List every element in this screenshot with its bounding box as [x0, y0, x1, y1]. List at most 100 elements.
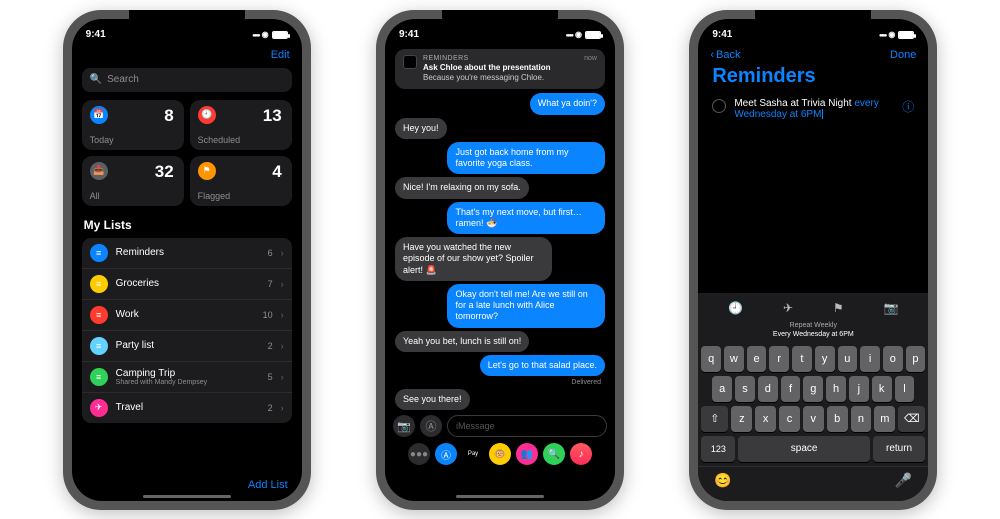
info-button[interactable]: ⓘ: [902, 98, 914, 115]
list-item[interactable]: ≡ Groceries 7 ›: [82, 268, 292, 299]
card-all-label: All: [90, 191, 100, 201]
my-lists-title: My Lists: [72, 206, 302, 238]
camera-action-icon[interactable]: 📷: [883, 301, 898, 315]
back-label: Back: [716, 49, 740, 61]
reminder-item[interactable]: Meet Sasha at Trivia Night every Wednesd…: [698, 94, 928, 124]
list-item[interactable]: ≡ Work 10 ›: [82, 299, 292, 330]
app-strip-more[interactable]: ●●●: [408, 443, 430, 465]
card-scheduled-label: Scheduled: [198, 135, 241, 145]
done-button[interactable]: Done: [890, 49, 916, 61]
outgoing-bubble[interactable]: Okay don't tell me! Are we still on for …: [447, 284, 605, 328]
list-item[interactable]: ≡ Party list 2 ›: [82, 330, 292, 361]
list-icon: ≡: [90, 306, 108, 324]
dictation-button[interactable]: 🎤: [895, 472, 912, 489]
location-action-icon[interactable]: ✈: [783, 301, 793, 315]
home-indicator[interactable]: [143, 495, 231, 498]
siri-suggestion-banner[interactable]: REMINDERS now Ask Chloe about the presen…: [395, 49, 605, 90]
key-j[interactable]: j: [849, 376, 869, 402]
list-item[interactable]: ✈ Travel 2 ›: [82, 392, 292, 423]
key-b[interactable]: b: [827, 406, 848, 432]
outgoing-bubble[interactable]: That's my next move, but first…ramen! 🍜: [447, 202, 605, 235]
key-s[interactable]: s: [735, 376, 755, 402]
outgoing-bubble[interactable]: Just got back home from my favorite yoga…: [447, 142, 605, 175]
card-all[interactable]: 📥 32 All: [82, 156, 184, 206]
key-u[interactable]: u: [838, 346, 858, 372]
key-v[interactable]: v: [803, 406, 824, 432]
key-g[interactable]: g: [803, 376, 823, 402]
card-scheduled[interactable]: 🕘 13 Scheduled: [190, 100, 292, 150]
wifi-icon: [262, 29, 269, 40]
flag-action-icon[interactable]: ⚑: [833, 301, 844, 315]
emoji-button[interactable]: 😊: [714, 472, 731, 489]
keyboard-suggestion[interactable]: Repeat Weekly Every Wednesday at 6PM: [698, 319, 928, 345]
app-strip-images[interactable]: 🔍: [543, 443, 565, 465]
status-icons: [566, 29, 601, 40]
message-input[interactable]: iMessage: [447, 415, 607, 437]
app-strip-memoji[interactable]: 👥: [516, 443, 538, 465]
notif-app-name: REMINDERS: [423, 55, 469, 64]
outgoing-bubble[interactable]: What ya doin'?: [530, 93, 605, 114]
reminder-text[interactable]: Meet Sasha at Trivia Night every Wednesd…: [734, 98, 894, 120]
outgoing-bubble[interactable]: Let's go to that salad place.: [480, 355, 605, 376]
incoming-bubble[interactable]: Hey you!: [395, 118, 447, 139]
list-item[interactable]: ≡ Camping TripShared with Mandy Dempsey …: [82, 361, 292, 392]
key-o[interactable]: o: [883, 346, 903, 372]
complete-toggle[interactable]: [712, 99, 726, 113]
camera-button[interactable]: 📷: [393, 415, 415, 437]
key-q[interactable]: q: [701, 346, 721, 372]
appstore-button[interactable]: Ⓐ: [420, 415, 442, 437]
incoming-bubble[interactable]: Nice! I'm relaxing on my sofa.: [395, 177, 529, 198]
key-l[interactable]: l: [895, 376, 915, 402]
list-name: Reminders: [116, 247, 260, 258]
incoming-bubble[interactable]: See you there!: [395, 389, 470, 410]
key-t[interactable]: t: [792, 346, 812, 372]
app-strip-animoji[interactable]: 🐵: [489, 443, 511, 465]
incoming-bubble[interactable]: Yeah you bet, lunch is still on!: [395, 331, 529, 352]
search-icon: 🔍: [90, 74, 102, 85]
key-r[interactable]: r: [769, 346, 789, 372]
keyboard-keys: qwertyuiop asdfghjkl ⇧zxcvbnm⌫ 123 space…: [698, 346, 928, 462]
list-item[interactable]: ≡ Reminders 6 ›: [82, 238, 292, 268]
home-indicator[interactable]: [456, 495, 544, 498]
key-h[interactable]: h: [826, 376, 846, 402]
key-y[interactable]: y: [815, 346, 835, 372]
key-c[interactable]: c: [779, 406, 800, 432]
chat-thread[interactable]: What ya doin'? Hey you!Just got back home…: [385, 93, 615, 412]
key-d[interactable]: d: [758, 376, 778, 402]
card-flagged-label: Flagged: [198, 191, 231, 201]
key-e[interactable]: e: [747, 346, 767, 372]
key-return[interactable]: return: [873, 436, 926, 462]
card-scheduled-count: 13: [263, 106, 282, 126]
app-strip-store[interactable]: Ⓐ: [435, 443, 457, 465]
key-f[interactable]: f: [781, 376, 801, 402]
add-list-button[interactable]: Add List: [248, 479, 288, 491]
list-icon: ≡: [90, 244, 108, 262]
key-backspace[interactable]: ⌫: [898, 406, 925, 432]
card-flagged-count: 4: [272, 162, 281, 182]
key-k[interactable]: k: [872, 376, 892, 402]
key-m[interactable]: m: [874, 406, 895, 432]
card-today[interactable]: 📅 8 Today: [82, 100, 184, 150]
key-numbers[interactable]: 123: [701, 436, 735, 462]
time-action-icon[interactable]: 🕘: [728, 301, 743, 315]
key-space[interactable]: space: [738, 436, 869, 462]
app-strip-applepay[interactable]: Pay: [462, 443, 484, 465]
battery-icon: [272, 31, 288, 39]
incoming-bubble[interactable]: Have you watched the new episode of our …: [395, 237, 553, 281]
inbox-icon: 📥: [90, 162, 108, 180]
key-a[interactable]: a: [712, 376, 732, 402]
key-z[interactable]: z: [731, 406, 752, 432]
search-input[interactable]: 🔍 Search: [82, 68, 292, 92]
edit-button[interactable]: Edit: [271, 49, 290, 61]
status-icons: [879, 29, 914, 40]
key-p[interactable]: p: [906, 346, 926, 372]
key-x[interactable]: x: [755, 406, 776, 432]
back-button[interactable]: ‹ Back: [710, 49, 740, 61]
key-shift[interactable]: ⇧: [701, 406, 728, 432]
list-count: 10: [263, 310, 273, 320]
app-strip-music[interactable]: ♪: [570, 443, 592, 465]
key-i[interactable]: i: [860, 346, 880, 372]
key-n[interactable]: n: [851, 406, 872, 432]
card-flagged[interactable]: ⚑ 4 Flagged: [190, 156, 292, 206]
key-w[interactable]: w: [724, 346, 744, 372]
